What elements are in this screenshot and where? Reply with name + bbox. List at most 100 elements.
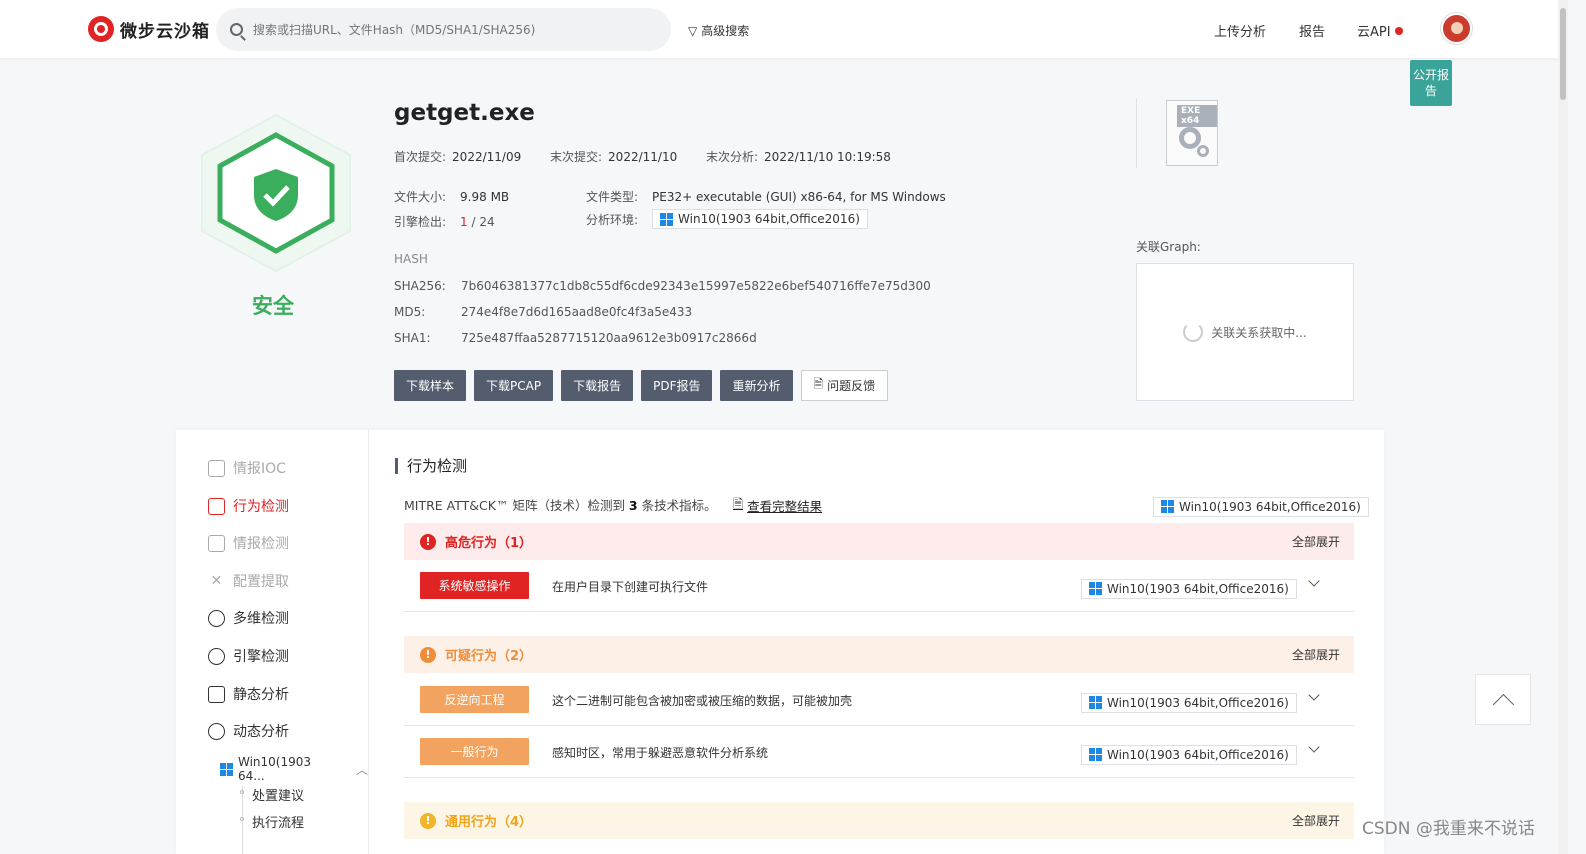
analysis-env-label: 分析环境:	[586, 212, 639, 227]
chevron-down-icon[interactable]	[1308, 575, 1320, 587]
sidebar-item-ioc[interactable]: 情报IOC	[208, 458, 286, 478]
advanced-search-label: 高级搜索	[701, 24, 750, 38]
sidebar-item-label: 引擎检测	[233, 649, 289, 665]
sidebar-item-engine[interactable]: 引擎检测	[208, 646, 289, 666]
last-analysis-label: 末次分析:	[706, 150, 759, 164]
graph-label: 关联Graph:	[1136, 240, 1201, 254]
last-submit-label: 末次提交:	[550, 150, 603, 164]
feedback-label: 问题反馈	[827, 379, 876, 393]
scrollbar-thumb[interactable]	[1560, 8, 1566, 100]
graph-panel[interactable]: 关联关系获取中...	[1136, 263, 1354, 401]
sidebar-item-intel[interactable]: 情报检测	[208, 533, 289, 553]
section-title: 行为检测	[395, 458, 467, 474]
env-chip-label: Win10(1903 64bit,Office2016)	[1107, 695, 1289, 710]
expand-all-button[interactable]: 全部展开	[1292, 812, 1340, 829]
back-to-top-button[interactable]	[1475, 674, 1531, 725]
document-icon: 🗎	[733, 496, 744, 511]
reanalyze-button[interactable]: 重新分析	[720, 370, 793, 401]
behavior-tag: 反逆向工程	[420, 686, 529, 713]
sidebar: 情报IOC 行为检测 情报检测 ✕ 配置提取 多维检测 引擎检测 静态分析 动态分…	[176, 430, 369, 854]
windows-icon	[1161, 500, 1174, 513]
feedback-icon: 🗎	[813, 377, 824, 391]
sha256-row: SHA256:	[394, 279, 446, 293]
env-chip: Win10(1903 64bit,Office2016)	[1081, 692, 1297, 713]
group-high-risk[interactable]: ! 高危行为（1） 全部展开	[404, 523, 1354, 560]
behavior-tag: 系统敏感操作	[420, 572, 529, 599]
expand-all-button[interactable]: 全部展开	[1292, 646, 1340, 663]
download-report-button[interactable]: 下载报告	[561, 370, 634, 401]
engine-icon	[208, 647, 225, 665]
hot-icon	[1394, 27, 1403, 35]
tree-dot	[240, 817, 244, 821]
sidebar-item-label: 行为检测	[233, 499, 289, 515]
mitre-summary: MITRE ATT&CK™ 矩阵（技术）检测到 3 条技术指标。	[404, 495, 717, 514]
group-title: 高危行为（1）	[445, 536, 533, 551]
file-type-value: PE32+ executable (GUI) x86-64, for MS Wi…	[652, 190, 946, 204]
alert-icon: !	[420, 646, 436, 663]
last-submit-value: 2022/11/10	[608, 150, 678, 164]
search-bar[interactable]	[216, 8, 671, 51]
nav-upload[interactable]: 上传分析	[1214, 21, 1266, 40]
group-general[interactable]: ! 通用行为（4） 全部展开	[404, 802, 1354, 839]
pdf-report-button[interactable]: PDF报告	[641, 370, 713, 401]
env-chip: Win10(1903 64bit,Office2016)	[1081, 578, 1297, 599]
behavior-desc: 这个二进制可能包含被加密或被压缩的数据，可能被加壳	[552, 694, 853, 708]
nav-api-label: 云API	[1357, 25, 1391, 40]
behavior-row[interactable]: 一般行为 感知时区，常用于躲避恶意软件分析系统 Win10(1903 64bit…	[404, 726, 1354, 778]
chevron-down-icon[interactable]	[1308, 741, 1320, 753]
env-chip: Win10(1903 64bit,Office2016)	[652, 209, 868, 229]
sidebar-item-static[interactable]: 静态分析	[208, 684, 289, 704]
static-icon	[208, 685, 225, 703]
group-suspicious[interactable]: ! 可疑行为（2） 全部展开	[404, 636, 1354, 673]
sidebar-item-label: 配置提取	[233, 574, 289, 590]
feedback-button[interactable]: 🗎 问题反馈	[800, 370, 889, 401]
behavior-row[interactable]: 系统敏感操作 在用户目录下创建可执行文件 Win10(1903 64bit,Of…	[404, 560, 1354, 612]
advanced-search-link[interactable]: ▽ 高级搜索	[688, 22, 749, 39]
file-size-value: 9.98 MB	[460, 190, 510, 204]
env-selector[interactable]: Win10(1903 64bit,Office2016)	[1153, 491, 1369, 517]
sidebar-sub-advice[interactable]: 处置建议	[252, 785, 304, 804]
mitre-prefix: MITRE ATT&CK™ 矩阵（技术）检测到	[404, 498, 629, 513]
behavior-row[interactable]: 反逆向工程 这个二进制可能包含被加密或被压缩的数据，可能被加壳 Win10(19…	[404, 674, 1354, 726]
public-report-badge[interactable]: 公开报告	[1410, 60, 1452, 106]
sidebar-env[interactable]: Win10(1903 64... ︿	[220, 755, 368, 783]
search-input[interactable]	[253, 22, 653, 37]
sidebar-item-label: 动态分析	[233, 724, 289, 740]
download-sample-button[interactable]: 下载样本	[394, 370, 467, 401]
full-result-label: 查看完整结果	[747, 499, 823, 514]
gear-icon	[1179, 127, 1201, 149]
file-size: 文件大小: 9.98 MB	[394, 188, 509, 205]
row-env: Win10(1903 64bit,Office2016)	[1081, 573, 1297, 599]
expand-all-button[interactable]: 全部展开	[1292, 533, 1340, 550]
env-chip: Win10(1903 64bit,Office2016)	[1153, 496, 1369, 517]
full-result-link[interactable]: 🗎 查看完整结果	[733, 495, 822, 516]
dynamic-icon	[208, 722, 225, 740]
sidebar-item-multidim[interactable]: 多维检测	[208, 608, 289, 628]
analysis-env: 分析环境: Win10(1903 64bit,Office2016)	[586, 209, 868, 229]
download-pcap-button[interactable]: 下载PCAP	[474, 370, 554, 401]
nav-api[interactable]: 云API	[1357, 21, 1403, 40]
env-chip-label: Win10(1903 64bit,Office2016)	[1179, 499, 1361, 514]
sha256-value: 7b6046381377c1db8c55df6cde92343e15997e58…	[461, 279, 931, 293]
file-type: 文件类型: PE32+ executable (GUI) x86-64, for …	[586, 188, 946, 205]
windows-icon	[660, 212, 674, 226]
graph-loading-text: 关联关系获取中...	[1211, 325, 1307, 340]
sidebar-item-config[interactable]: ✕ 配置提取	[208, 571, 289, 591]
sidebar-item-dynamic[interactable]: 动态分析	[208, 721, 289, 741]
tree-dot	[240, 790, 244, 794]
sidebar-sub-flow[interactable]: 执行流程	[252, 812, 304, 831]
nav-report[interactable]: 报告	[1299, 21, 1325, 40]
top-navbar: 微步云沙箱 ▽ 高级搜索 上传分析 报告 云API	[0, 0, 1558, 58]
sha1-label: SHA1:	[394, 331, 431, 345]
alert-icon: !	[420, 533, 436, 550]
first-submit-value: 2022/11/09	[452, 150, 522, 164]
loading-spinner-icon	[1183, 322, 1204, 342]
search-icon	[230, 23, 243, 36]
scrollbar[interactable]	[1558, 0, 1568, 854]
chevron-down-icon[interactable]	[1308, 689, 1320, 701]
user-avatar[interactable]	[1441, 13, 1472, 44]
engine-hits[interactable]: 1	[460, 215, 468, 229]
verdict-label: 安全	[252, 294, 294, 318]
logo[interactable]: 微步云沙箱	[88, 16, 210, 42]
sidebar-item-behavior[interactable]: 行为检测	[208, 496, 289, 516]
